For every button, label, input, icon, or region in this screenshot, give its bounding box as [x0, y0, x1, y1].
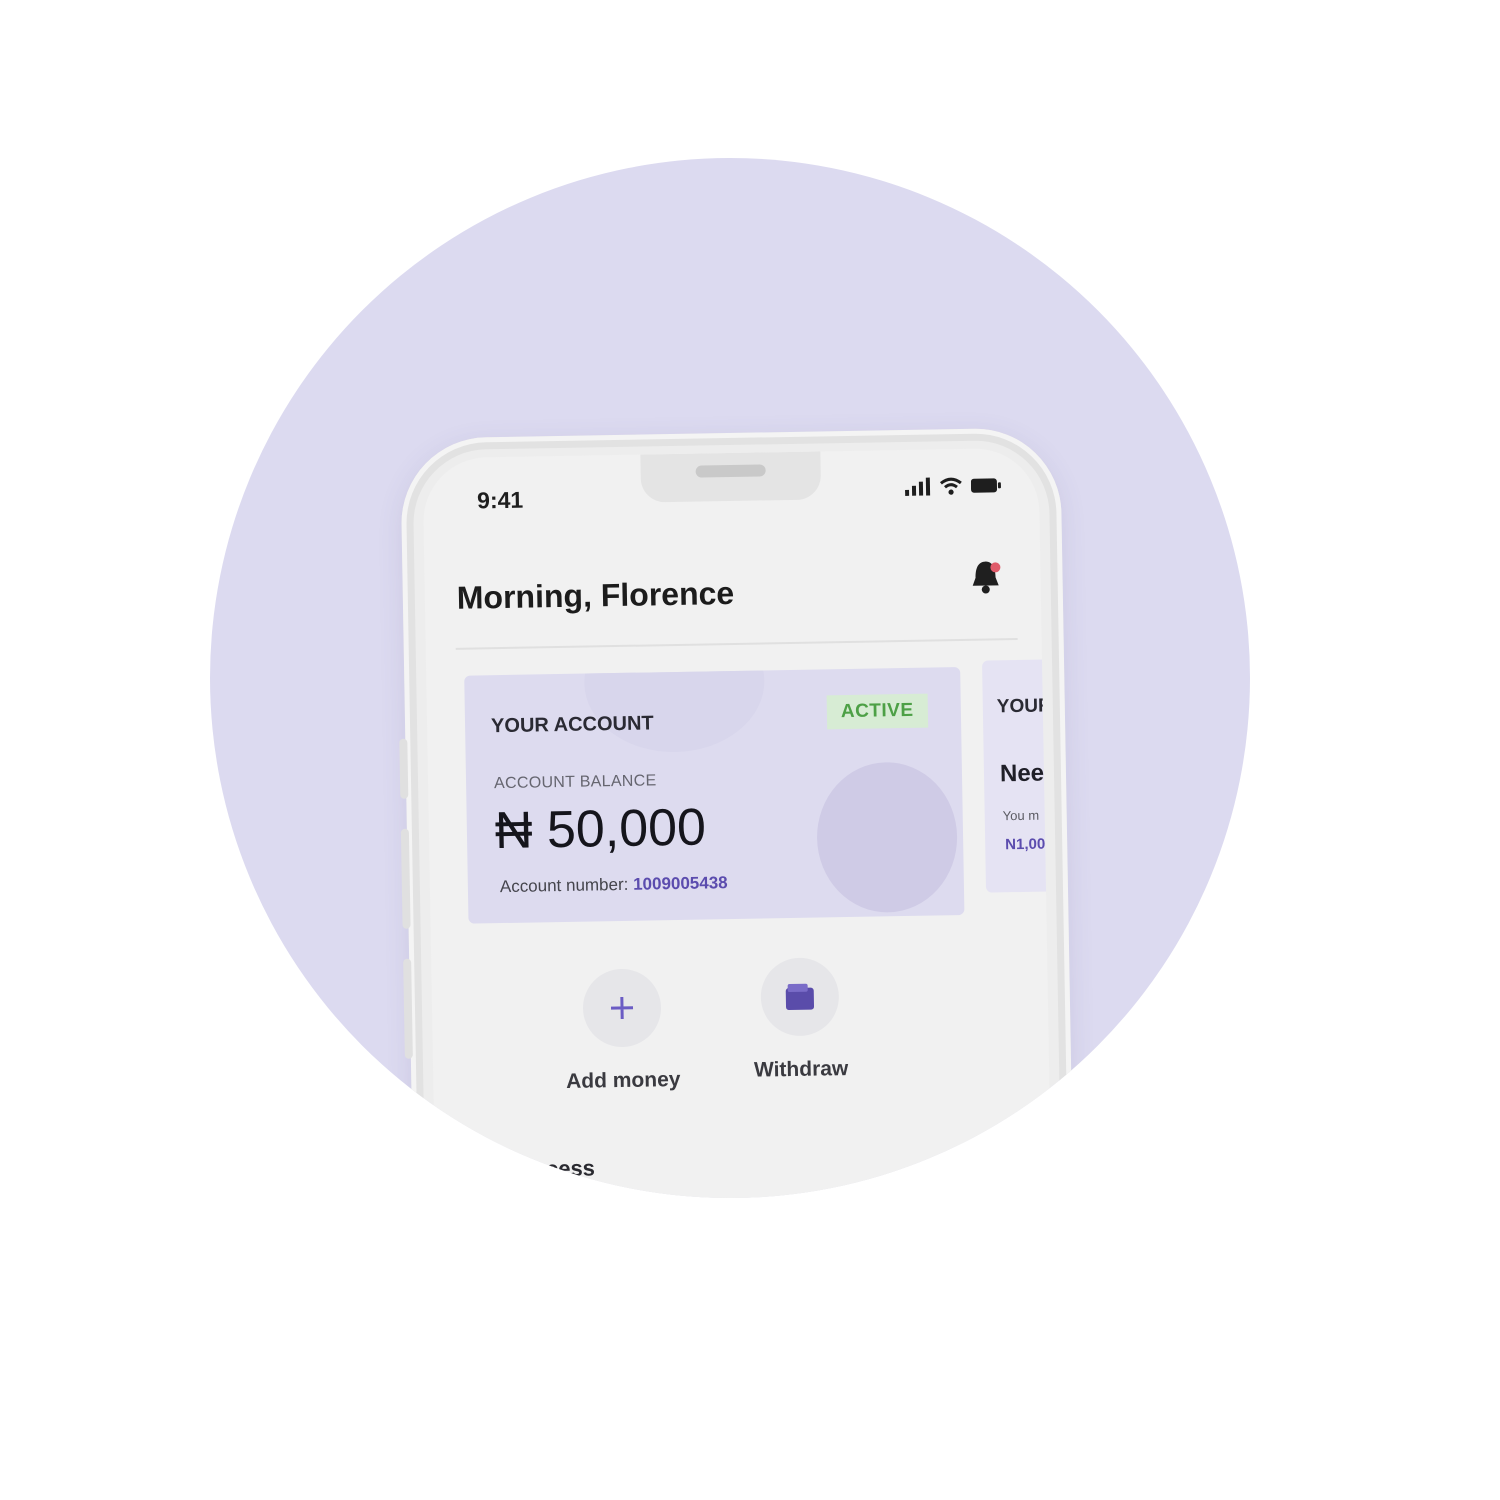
account-number[interactable]: 1009005438 [633, 873, 728, 894]
speaker [695, 464, 766, 478]
withdraw-label: Withdraw [753, 1057, 849, 1082]
status-icons [905, 476, 1001, 496]
plus-icon [610, 996, 634, 1019]
balance-label: ACCOUNT BALANCE [493, 772, 657, 793]
account-number-label: Account number: [499, 874, 629, 897]
wifi-icon [939, 477, 962, 495]
account-card[interactable]: YOUR ACCOUNT ACTIVE ACCOUNT BALANCE ₦ 50… [464, 667, 965, 924]
greeting-title: Morning, Florence [456, 574, 735, 616]
account-number-row: Account number: 1009005438 [500, 873, 728, 897]
account-balance: ₦ 50,000 [494, 798, 707, 861]
card-decoration [815, 761, 959, 914]
wallet-icon [785, 983, 815, 1011]
background-circle: 9:41 Morning, Florence YOUR ACCOUNT ACTI… [210, 158, 1250, 1198]
add-money-label: Add money [565, 1067, 681, 1093]
quick-access-heading: ick access [484, 1155, 596, 1183]
battery-icon [970, 478, 1001, 493]
phone-frame: 9:41 Morning, Florence YOUR ACCOUNT ACTI… [399, 427, 1076, 1198]
secondary-card-heading: Nee [999, 759, 1045, 788]
add-money-icon-wrap [582, 968, 662, 1048]
phone-side-button [399, 738, 409, 799]
withdraw-button[interactable]: Withdraw [719, 956, 881, 1083]
secondary-card-title: YOUR [996, 695, 1052, 718]
notification-bell-icon[interactable] [968, 558, 1003, 599]
add-money-button[interactable]: Add money [541, 968, 703, 1095]
signal-icon [905, 477, 931, 496]
account-card-title: YOUR ACCOUNT [490, 712, 654, 738]
header-divider [455, 638, 1018, 650]
secondary-card-amount: N1,00 [1005, 835, 1046, 854]
withdraw-icon-wrap [760, 957, 840, 1037]
phone-volume-down [403, 958, 413, 1059]
status-time: 9:41 [476, 486, 524, 514]
secondary-card[interactable]: YOUR Nee You m N1,00 [982, 658, 1054, 893]
phone-volume-up [400, 828, 411, 929]
phone-screen: 9:41 Morning, Florence YOUR ACCOUNT ACTI… [422, 447, 1054, 1198]
status-badge: ACTIVE [826, 693, 928, 730]
secondary-card-subtext: You m [1002, 807, 1040, 824]
card-decoration [583, 667, 766, 754]
notch [640, 451, 822, 503]
